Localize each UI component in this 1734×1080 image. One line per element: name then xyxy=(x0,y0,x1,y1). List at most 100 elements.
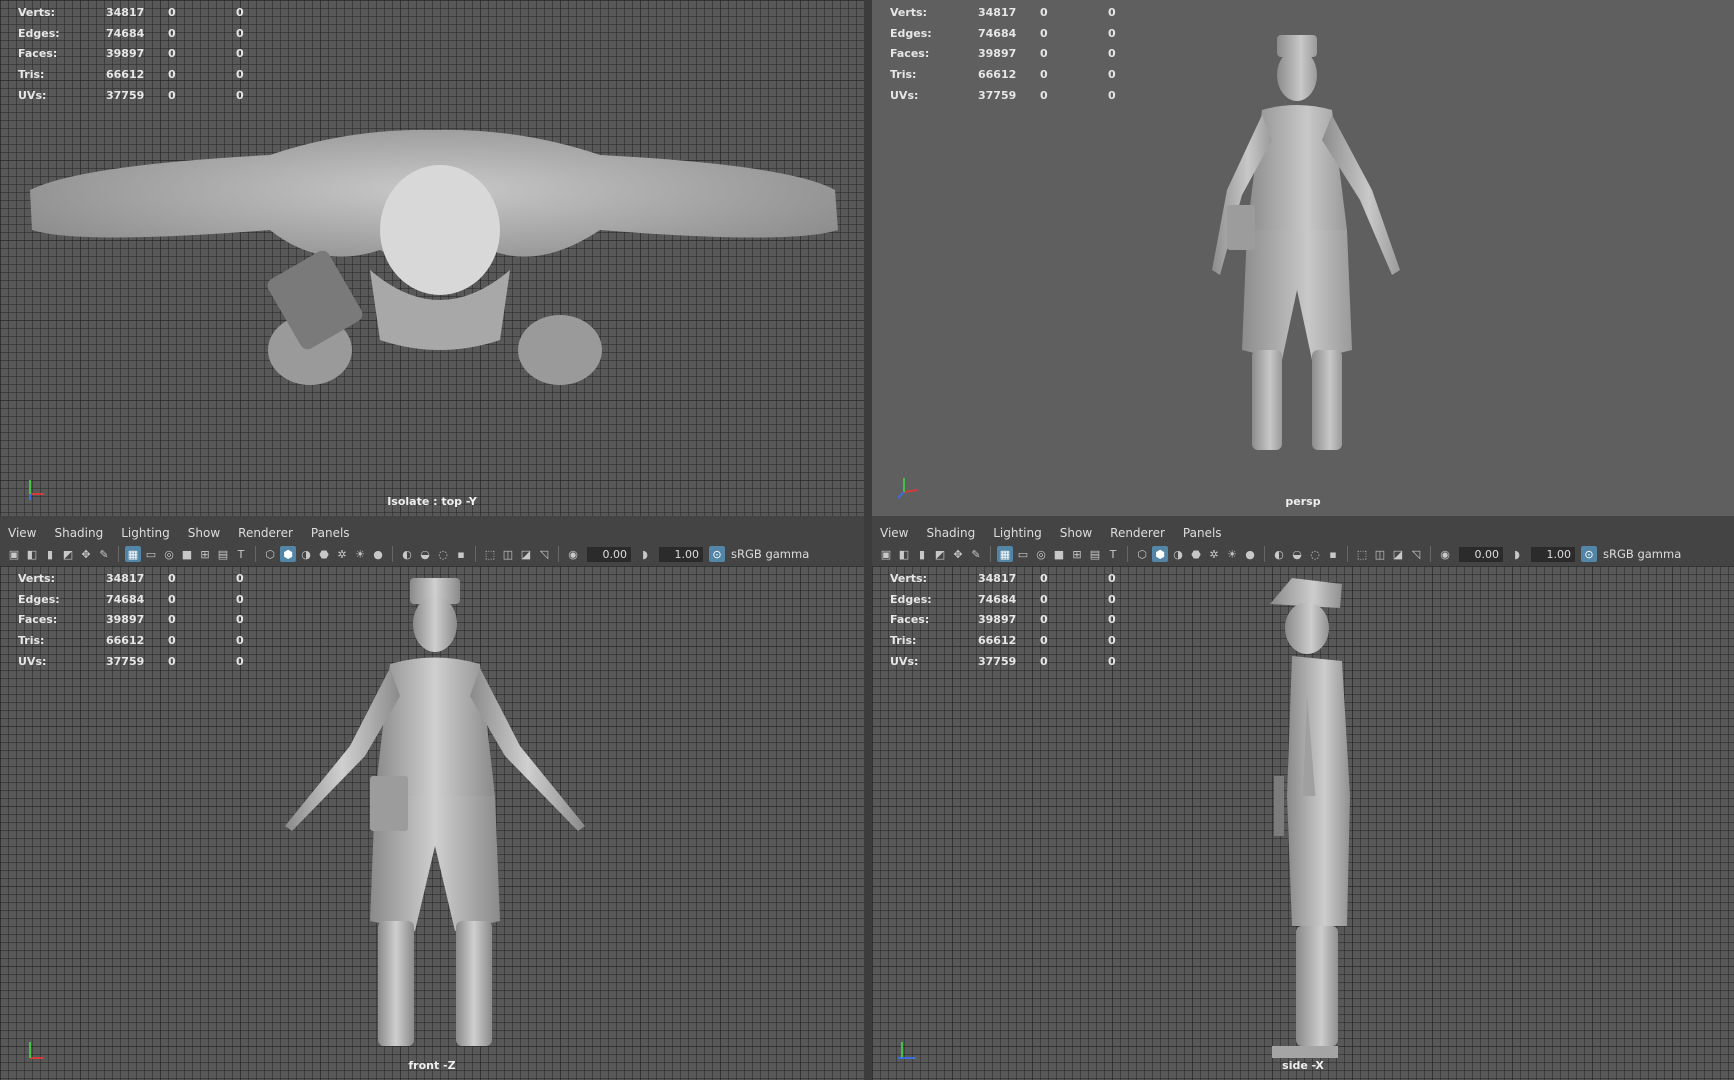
gamma-field[interactable]: 1.00 xyxy=(659,546,703,562)
camera-icon[interactable]: ▣ xyxy=(6,546,22,562)
wireframe-on-shaded-icon[interactable]: ◑ xyxy=(1170,546,1186,562)
wireframe-icon[interactable]: ⬡ xyxy=(1134,546,1150,562)
bookmark-icon[interactable]: ▮ xyxy=(42,546,58,562)
anti-aliasing-icon[interactable]: ◌ xyxy=(435,546,451,562)
exposure-icon[interactable]: ◉ xyxy=(1437,546,1453,562)
exposure-field[interactable]: 0.00 xyxy=(1459,546,1503,562)
menu-show[interactable]: Show xyxy=(188,526,220,540)
menu-renderer[interactable]: Renderer xyxy=(238,526,293,540)
xray-icon[interactable]: ◫ xyxy=(500,546,516,562)
menu-lighting[interactable]: Lighting xyxy=(121,526,170,540)
viewport-persp[interactable]: Verts: 34817 0 0 Edges: 74684 0 0 Faces: 39897 0… xyxy=(872,0,1734,516)
default-lighting-icon[interactable]: ✲ xyxy=(334,546,350,562)
ambient-occlusion-icon[interactable]: ◐ xyxy=(399,546,415,562)
menu-panels[interactable]: Panels xyxy=(311,526,350,540)
hud-row-edges: Edges: 74684 0 0 xyxy=(18,26,244,40)
menu-renderer[interactable]: Renderer xyxy=(1110,526,1165,540)
depth-of-field-icon[interactable]: ▪ xyxy=(1325,546,1341,562)
safe-action-icon[interactable]: ▤ xyxy=(215,546,231,562)
color-space-dropdown[interactable]: sRGB gamma xyxy=(731,547,809,561)
color-management-icon[interactable]: ⊙ xyxy=(1581,546,1597,562)
resolution-gate-icon[interactable]: ◎ xyxy=(161,546,177,562)
character-model-persp[interactable] xyxy=(1172,30,1432,490)
toolbar-separator xyxy=(255,546,256,562)
xray-components-icon[interactable]: ◹ xyxy=(536,546,552,562)
light-icon[interactable]: ☀ xyxy=(1224,546,1240,562)
isolate-icon[interactable]: ⬚ xyxy=(1354,546,1370,562)
toolbar-separator xyxy=(990,546,991,562)
gamma-icon[interactable]: ◗ xyxy=(637,546,653,562)
field-chart-icon[interactable]: ⊞ xyxy=(1069,546,1085,562)
menu-shading[interactable]: Shading xyxy=(54,526,103,540)
menu-show[interactable]: Show xyxy=(1060,526,1092,540)
grid-icon[interactable]: ▦ xyxy=(997,546,1013,562)
wireframe-on-shaded-icon[interactable]: ◑ xyxy=(298,546,314,562)
film-gate-icon[interactable]: ▭ xyxy=(1015,546,1031,562)
exposure-field[interactable]: 0.00 xyxy=(587,546,631,562)
viewport-top[interactable]: Verts: 34817 0 0 Edges: 74684 0 0 Faces: 39897 0… xyxy=(0,0,864,516)
shaded-icon[interactable]: ⬢ xyxy=(1152,546,1168,562)
pan-zoom-icon[interactable]: ✥ xyxy=(78,546,94,562)
xray-icon[interactable]: ◫ xyxy=(1372,546,1388,562)
gamma-field[interactable]: 1.00 xyxy=(1531,546,1575,562)
grease-pencil-icon[interactable]: ✎ xyxy=(968,546,984,562)
hud-row-verts: Verts: 34817 0 0 xyxy=(18,5,244,19)
motion-blur-icon[interactable]: ◒ xyxy=(417,546,433,562)
grease-pencil-icon[interactable]: ✎ xyxy=(96,546,112,562)
menu-view[interactable]: View xyxy=(880,526,908,540)
field-chart-icon[interactable]: ⊞ xyxy=(197,546,213,562)
menu-shading[interactable]: Shading xyxy=(926,526,975,540)
gamma-icon[interactable]: ◗ xyxy=(1509,546,1525,562)
image-plane-icon[interactable]: ◩ xyxy=(60,546,76,562)
viewport-label-persp: persp xyxy=(1285,495,1321,508)
shadows-icon[interactable]: ● xyxy=(370,546,386,562)
grid-icon[interactable]: ▦ xyxy=(125,546,141,562)
menu-view[interactable]: View xyxy=(8,526,36,540)
light-icon[interactable]: ☀ xyxy=(352,546,368,562)
gate-mask-icon[interactable]: ■ xyxy=(179,546,195,562)
camera-icon[interactable]: ▣ xyxy=(878,546,894,562)
viewport-front[interactable]: Verts: 34817 0 0 Edges: 74684 0 0 Faces: 39897 0… xyxy=(0,566,864,1080)
xray-joints-icon[interactable]: ◪ xyxy=(518,546,534,562)
exposure-icon[interactable]: ◉ xyxy=(565,546,581,562)
safe-action-icon[interactable]: ▤ xyxy=(1087,546,1103,562)
color-space-dropdown[interactable]: sRGB gamma xyxy=(1603,547,1681,561)
camera-attr-icon[interactable]: ◧ xyxy=(896,546,912,562)
ambient-occlusion-icon[interactable]: ◐ xyxy=(1271,546,1287,562)
safe-title-icon[interactable]: T xyxy=(1105,546,1121,562)
xray-joints-icon[interactable]: ◪ xyxy=(1390,546,1406,562)
camera-attr-icon[interactable]: ◧ xyxy=(24,546,40,562)
textured-icon[interactable]: ⬣ xyxy=(1188,546,1204,562)
resolution-gate-icon[interactable]: ◎ xyxy=(1033,546,1049,562)
image-plane-icon[interactable]: ◩ xyxy=(932,546,948,562)
anti-aliasing-icon[interactable]: ◌ xyxy=(1307,546,1323,562)
toolbar-separator xyxy=(1347,546,1348,562)
shaded-icon[interactable]: ⬢ xyxy=(280,546,296,562)
pan-zoom-icon[interactable]: ✥ xyxy=(950,546,966,562)
menu-panels[interactable]: Panels xyxy=(1183,526,1222,540)
panel-toolbar: ▣ ◧ ▮ ◩ ✥ ✎ ▦ ▭ ◎ ■ ⊞ ▤ T ⬡ ⬢ ◑ ⬣ ✲ ☀ ● … xyxy=(872,542,1734,566)
bookmark-icon[interactable]: ▮ xyxy=(914,546,930,562)
viewport-side[interactable]: Verts: 34817 0 0 Edges: 74684 0 0 Faces: 39897 0… xyxy=(872,566,1734,1080)
xray-components-icon[interactable]: ◹ xyxy=(1408,546,1424,562)
character-model-top[interactable] xyxy=(20,120,850,390)
color-management-icon[interactable]: ⊙ xyxy=(709,546,725,562)
depth-of-field-icon[interactable]: ▪ xyxy=(453,546,469,562)
isolate-icon[interactable]: ⬚ xyxy=(482,546,498,562)
hud-row-verts: Verts: 34817 0 0 xyxy=(890,5,1116,19)
shadows-icon[interactable]: ● xyxy=(1242,546,1258,562)
viewport-label-top: Isolate : top -Y xyxy=(387,495,477,508)
film-gate-icon[interactable]: ▭ xyxy=(143,546,159,562)
default-lighting-icon[interactable]: ✲ xyxy=(1206,546,1222,562)
hud-row-edges: Edges: 74684 0 0 xyxy=(18,592,244,606)
character-model-front[interactable] xyxy=(280,576,590,1066)
wireframe-icon[interactable]: ⬡ xyxy=(262,546,278,562)
safe-title-icon[interactable]: T xyxy=(233,546,249,562)
menu-lighting[interactable]: Lighting xyxy=(993,526,1042,540)
textured-icon[interactable]: ⬣ xyxy=(316,546,332,562)
viewport-divider[interactable] xyxy=(864,0,872,1080)
hud-row-verts: Verts: 34817 0 0 xyxy=(18,571,244,585)
character-model-side[interactable] xyxy=(1252,576,1362,1066)
gate-mask-icon[interactable]: ■ xyxy=(1051,546,1067,562)
motion-blur-icon[interactable]: ◒ xyxy=(1289,546,1305,562)
